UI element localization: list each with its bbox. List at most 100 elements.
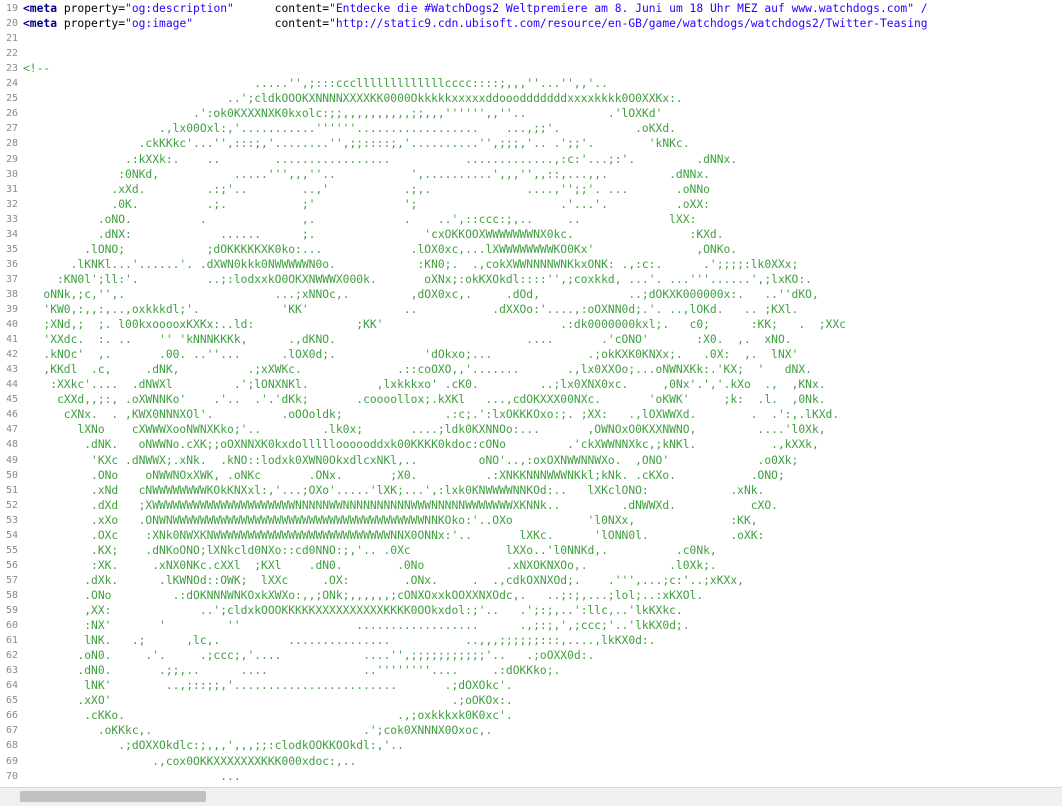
- comment-text: 'KXc .dNWWX;.xNk. .kNO::lodxk0XWN0Okxdlc…: [23, 453, 799, 467]
- comment-text: 'KW0,:,,:,..,oxkkkdl;'. 'KK' .. .dXXOo:'…: [23, 303, 799, 316]
- comment-text: .ckKKkc'...'',:::;,'........'',;;::::;,'…: [23, 137, 690, 151]
- line-number: 25: [5, 93, 18, 105]
- code-area[interactable]: 19 <meta property="og:description" conten…: [0, 0, 1062, 787]
- comment-text: 'XXdc. :. .. '' 'kNNNKKKk, .,dKNO. .... …: [23, 333, 792, 347]
- line-number: 40: [5, 319, 18, 331]
- comment-text: .cKKo. .,;oxkkkxk0K0xc'.: [23, 709, 513, 723]
- comment-text: oNNk,;c,'',. ...;xNNOc,. ,dOX0xc,. .dOd,…: [23, 287, 819, 301]
- comment-text: lNK' ..,;::;;,'........................ …: [23, 679, 513, 693]
- line-number: 50: [5, 469, 18, 481]
- comment-text: .,cox0OKKXXXXXXXKKK000xdoc:,..: [23, 754, 357, 768]
- comment-text: cXXd,,;:, .oXWNNKo' .'.. .'.'dKk; .coooo…: [23, 393, 826, 407]
- comment-text: lNK. .; ,lc,. ............... ..,,,;;;;;…: [23, 634, 656, 648]
- line-number: 42: [5, 349, 18, 361]
- line-number: 21: [5, 33, 18, 45]
- line-number: 34: [5, 228, 18, 240]
- comment-text: :XXkc'.... .dNWXl .';lONXNKl. ,lxkkkxo' …: [23, 378, 826, 392]
- meta-tag-line: <meta property="og:image" content="http:…: [23, 17, 928, 31]
- line-number: 19: [5, 3, 18, 14]
- line-number: 53: [5, 514, 18, 526]
- comment-text: :XK. .xNX0NKc.cXXl ;KXl .dN0. .0No .xNXO…: [23, 558, 717, 572]
- line-number: 46: [5, 409, 18, 421]
- line-number: 39: [5, 304, 18, 315]
- line-number: 60: [5, 620, 18, 632]
- line-number: 22: [5, 48, 18, 60]
- comment-text: .OXc :XNk0NWXKNWWWWWWWWWWWWWWWWWWWWWWWWW…: [23, 528, 765, 542]
- line-number: 24: [5, 78, 18, 90]
- line-number: 36: [5, 258, 18, 270]
- comment-text: ...: [23, 769, 241, 783]
- comment-text: .':ok0KXXXNXK0kxolc:;;,,,,,,,,,,;;,,,'''…: [23, 107, 663, 121]
- comment-text: .,lx00Oxl:,'...........''''''...........…: [23, 122, 676, 136]
- source-viewer[interactable]: 19 <meta property="og:description" conten…: [0, 0, 1062, 787]
- line-number: 32: [5, 198, 18, 210]
- line-number: 38: [5, 288, 18, 300]
- meta-tag-line: <meta property="og:description" content=…: [23, 2, 928, 15]
- line-number: 57: [5, 574, 18, 586]
- line-number: 69: [5, 755, 18, 767]
- line-number: 29: [5, 153, 18, 165]
- line-number: 51: [5, 484, 18, 496]
- line-number: 20: [5, 18, 18, 30]
- comment-text: .KX; .dNKoONO;lXNkcld0NXo::cd0NNO:;,'.. …: [23, 543, 717, 557]
- comment-text: .:kXXk:. .. ................. ..........…: [23, 152, 738, 166]
- comment-text: .oKKkc,. .';cok0XNNNX0Oxoc,.: [23, 724, 493, 738]
- line-number: 37: [5, 273, 18, 285]
- comment-text: .....'',;:::ccclllllllllllllcccc::::;,,,…: [23, 77, 608, 91]
- line-number: 30: [5, 168, 18, 180]
- comment-text: ;XNd,; ;. l00kxooooxKXKx:..ld: ;KK' .:dk…: [23, 318, 846, 332]
- comment-text: .dXd ;XWWWWWWWWWWWWWWWWWWWWWNNNNNWWNNNNN…: [23, 498, 778, 512]
- line-number: 23: [5, 63, 18, 75]
- line-number: 27: [5, 123, 18, 135]
- line-number: 52: [5, 499, 18, 511]
- line-number: 63: [5, 665, 18, 677]
- line-number: 45: [5, 394, 18, 406]
- comment-text: .xXo .ONWNWWWWWWWWWWWWWWWWWWWWWWWWWWWWWW…: [23, 513, 758, 527]
- comment-text: .dNK. oNWWNo.cXK;;oOXNNXK0kxdolllllooooo…: [23, 438, 819, 452]
- comment-text: .lONO; ;dOKKKKKXK0ko:... .lOX0xc,...lXWW…: [23, 242, 738, 256]
- horizontal-scrollbar-thumb[interactable]: [20, 791, 206, 802]
- line-number: 26: [5, 108, 18, 120]
- line-number: 43: [5, 364, 18, 376]
- line-number: 59: [5, 605, 18, 616]
- line-number: 31: [5, 183, 18, 195]
- comment-text: .ONo .:dOKNNNWNKOxkXWXo:,,;ONk;,,,,,,;cO…: [23, 588, 704, 602]
- comment-text: .xNd cNWWWWWWWWKOkKNXxl:,'...;OXo'.....'…: [23, 483, 765, 497]
- line-number: 56: [5, 559, 18, 571]
- comment-text: .kNOc' ,. .00. ..''... .lOX0d;. 'dOkxo;.…: [23, 348, 799, 362]
- line-number: 41: [5, 334, 18, 346]
- comment-text: .xXd. .:;'.. ..,' .;,. ....,'';;'. ... .…: [23, 182, 710, 196]
- line-number: 49: [5, 454, 18, 466]
- line-number: 67: [5, 725, 18, 737]
- line-number: 64: [5, 680, 18, 692]
- line-number: 55: [5, 544, 18, 556]
- line-number: 48: [5, 439, 18, 451]
- comment-text: .dNX: ...... ;. 'cxOKKOOXWWWWWWWNX0kc. :…: [23, 227, 724, 241]
- line-number: 35: [5, 243, 18, 255]
- line-number: 61: [5, 635, 18, 647]
- comment-text: ..';cldkOOOKXNNNNXXXXKK0000Okkkkkxxxxxdd…: [23, 92, 683, 106]
- comment-text: lXNo cXWWWXooNWNXKko;'.. .lk0x; ....;ldk…: [23, 423, 826, 437]
- comment-text: <!--: [23, 62, 51, 76]
- line-number: 66: [5, 710, 18, 722]
- comment-text: .oN0. .'. .;ccc;,'.... ....'',;;;;;;;;;;…: [23, 649, 595, 663]
- line-number: 65: [5, 695, 18, 707]
- line-number: 68: [5, 740, 18, 752]
- line-number: 47: [5, 424, 18, 436]
- comment-text: :KN0l';ll:'. ..;:lodxxkO0OKXNWWWX000k. o…: [23, 272, 812, 286]
- comment-text: .;dOXXOkdlc:;,,,',,,;;:clodkOOKKOOkdl:,'…: [23, 739, 404, 753]
- comment-text: .dN0. .;;,.. .... ..''''''''.... .:dOKKk…: [23, 664, 561, 678]
- comment-text: :0NKd, .....''',,,''.. ',..........',,,'…: [23, 167, 710, 181]
- line-number: 62: [5, 650, 18, 662]
- line-number: 33: [5, 213, 18, 225]
- horizontal-scrollbar[interactable]: [0, 787, 1062, 806]
- comment-text: .xXO' .;oOKOx:.: [23, 694, 513, 708]
- line-number: 70: [5, 770, 18, 782]
- comment-text: .0K. .;. ;' '; .'...'. .oXX:: [23, 197, 710, 211]
- comment-text: .oNO. . ,. . ..',::ccc:;,.. .. lXX:: [23, 212, 697, 226]
- comment-text: .ONo oNWWNOxXWK, .oNKc .ONx. ;X0. .:XNKK…: [23, 468, 785, 482]
- line-number: 28: [5, 138, 18, 150]
- comment-text: :NX' ' '' .................. .,;:;,',;cc…: [23, 619, 690, 633]
- comment-text: .lKNKl...'......'. .dXWN0kkk0NWWWWWN0o. …: [23, 257, 799, 271]
- comment-text: ,XX: ..';cldxkOOOKKKKKXXXXXXXXXXKKKK0OOk…: [23, 604, 683, 617]
